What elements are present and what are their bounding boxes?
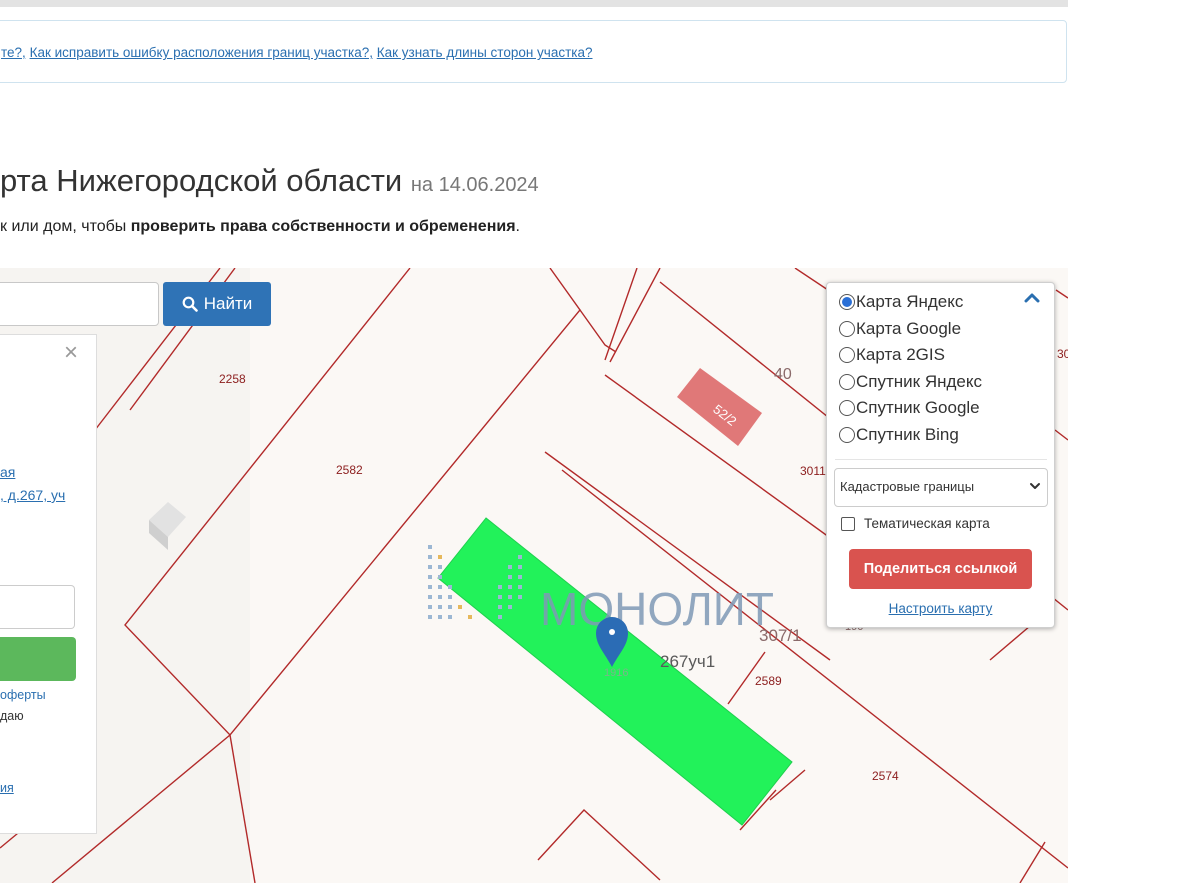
close-icon[interactable]: × [64,341,78,365]
layer-radio-yandex-satellite[interactable] [839,374,855,390]
consent-text: даю [0,709,24,723]
page-title-text: рта Нижегородской области [0,163,403,198]
parcel-label-2574: 2574 [872,769,899,783]
help-links-row: те?, Как исправить ошибку расположения г… [1,45,593,60]
layer-radio-bing-satellite[interactable] [839,427,855,443]
layer-option-label: Спутник Bing [856,425,959,444]
help-link-prefix[interactable]: те?, [1,45,26,60]
thematic-map-checkbox[interactable] [841,516,855,531]
layer-option-2gis-map[interactable]: Карта 2GIS [839,345,945,365]
subtitle-end: . [515,218,520,235]
search-input[interactable] [0,282,159,326]
share-link-button[interactable]: Поделиться ссылкой [849,549,1032,589]
search-button[interactable]: Найти [163,282,271,326]
subtitle-start: к или дом, чтобы [0,218,131,235]
subtitle-bold: проверить права собственности и обремене… [130,218,516,235]
layer-option-label: Карта Яндекс [856,292,964,311]
layer-option-label: Спутник Яндекс [856,372,982,391]
page-title-date: на 14.06.2024 [410,174,539,196]
overlay-select-value: Кадастровые границы [840,479,975,494]
layer-radio-google-map[interactable] [839,321,855,337]
overlay-select[interactable]: Кадастровые границы [834,468,1048,507]
help-links-box: те?, Как исправить ошибку расположения г… [0,20,1067,83]
chevron-down-icon [1030,483,1040,489]
search-button-label: Найти [203,294,253,313]
parcel-label-1916: 1916 [604,667,628,679]
layer-radio-2gis-map[interactable] [839,347,855,363]
parcel-info-panel: × ая , д.267, уч оферты даю ия [0,334,97,834]
thematic-map-toggle[interactable]: Тематическая карта [841,516,990,531]
layer-option-bing-satellite[interactable]: Спутник Bing [839,425,959,445]
order-button[interactable] [0,637,76,681]
page-title: рта Нижегородской области на 14.06.2024 [0,163,539,199]
help-link-side-lengths[interactable]: Как узнать длины сторон участка? [377,45,593,60]
help-link-fix-boundaries[interactable]: Как исправить ошибку расположения границ… [30,45,373,60]
parcel-label-2582: 2582 [336,463,363,477]
watermark-text: МОНОЛИТ [540,583,774,635]
configure-map-link[interactable]: Настроить карту [827,601,1054,616]
layer-radio-yandex-map[interactable] [839,294,855,310]
map-layers-panel: Карта Яндекс Карта Google Карта 2GIS Спу… [826,282,1055,628]
offer-link[interactable]: оферты [0,688,46,702]
parcel-address-link-line2[interactable]: , д.267, уч [0,487,65,503]
parcel-label-2589: 2589 [755,674,782,688]
layer-radio-google-satellite[interactable] [839,400,855,416]
layers-divider [835,459,1047,460]
layer-option-yandex-map[interactable]: Карта Яндекс [839,292,963,312]
layer-option-label: Карта 2GIS [856,345,945,364]
chevron-up-icon[interactable] [1023,291,1041,303]
parcel-label-top: 1286 [96,268,119,271]
contact-input[interactable] [0,585,75,629]
layer-option-label: Спутник Google [856,398,980,417]
parcel-label-307-1: 307/1 [759,626,802,645]
top-divider-bar [0,0,1068,7]
parcel-label-267: 267уч1 [660,652,715,671]
layer-option-google-map[interactable]: Карта Google [839,319,961,339]
layer-option-yandex-satellite[interactable]: Спутник Яндекс [839,372,982,392]
parcel-label-2258: 2258 [219,372,246,386]
parcel-label-30: 30 [1057,347,1068,361]
layer-option-label: Карта Google [856,319,962,338]
policy-link[interactable]: ия [0,781,14,795]
layer-option-google-satellite[interactable]: Спутник Google [839,398,980,418]
page-subtitle: к или дом, чтобы проверить права собстве… [0,218,520,236]
parcel-label-3011: 3011 [800,464,826,478]
parcel-address-link-line1[interactable]: ая [0,464,15,480]
parcel-label-40: 40 [774,366,792,383]
search-icon [182,296,198,312]
thematic-map-label: Тематическая карта [864,516,990,531]
